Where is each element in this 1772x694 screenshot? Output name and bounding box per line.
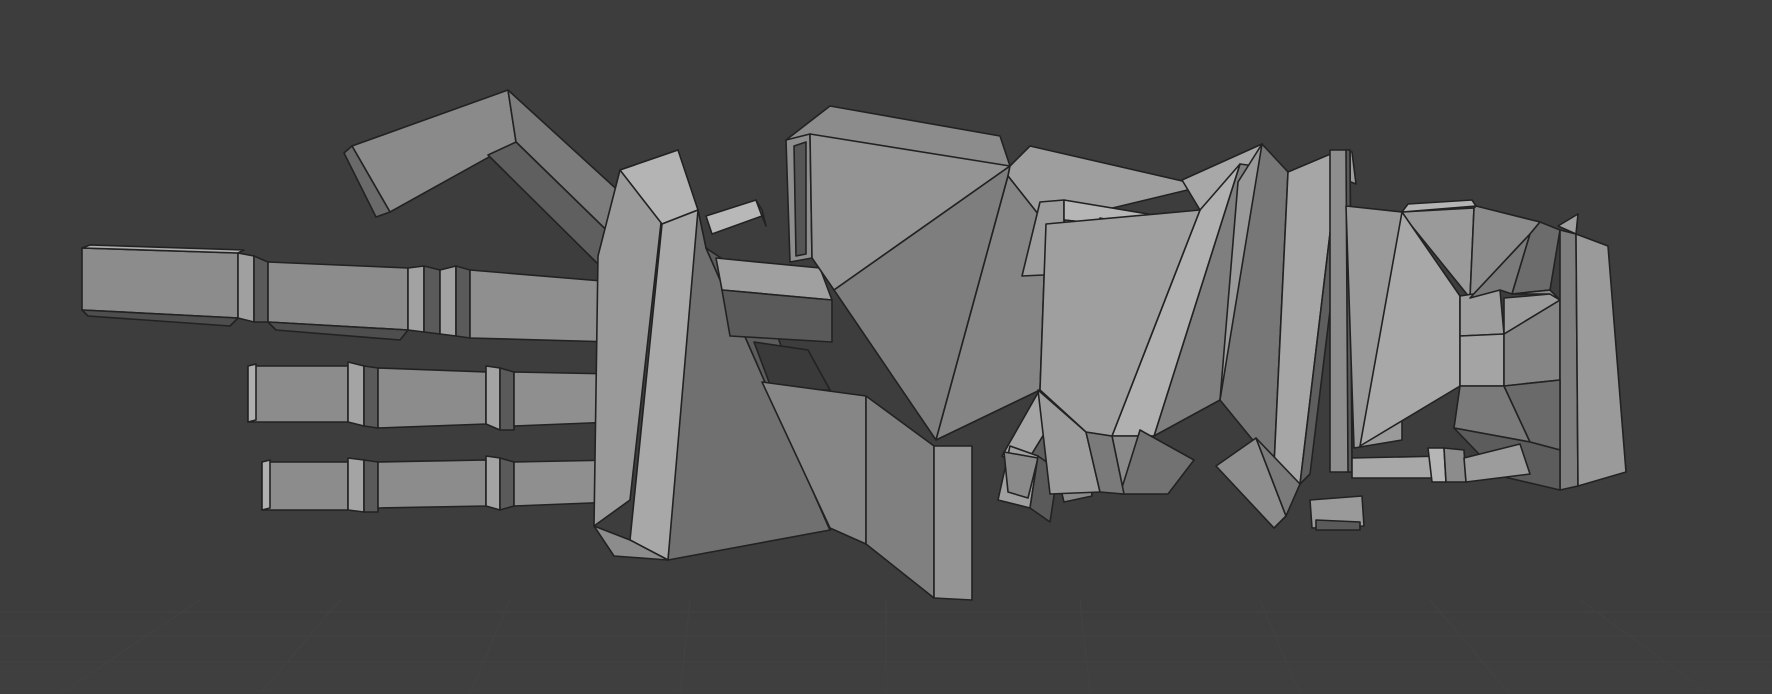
floor-grid: [0, 590, 1772, 694]
3d-viewport[interactable]: [0, 0, 1772, 694]
finger-middle: [247, 361, 615, 431]
finger-bottom: [261, 455, 617, 513]
viewport-scene[interactable]: [0, 0, 1772, 694]
